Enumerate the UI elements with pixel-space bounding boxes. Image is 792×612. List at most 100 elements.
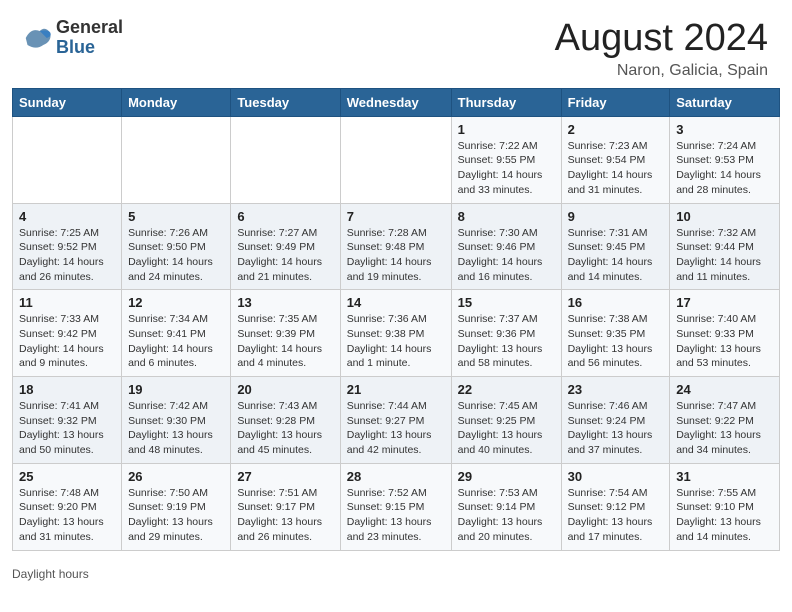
col-header-saturday: Saturday <box>670 88 780 116</box>
day-number: 23 <box>568 382 664 397</box>
week-row-1: 1 Sunrise: 7:22 AM Sunset: 9:55 PM Daylig… <box>13 116 780 203</box>
month-year: August 2024 <box>555 18 768 60</box>
day-cell: 14Sunrise: 7:36 AM Sunset: 9:38 PM Dayli… <box>340 290 451 377</box>
day-cell: 7 Sunrise: 7:28 AM Sunset: 9:48 PM Daylig… <box>340 203 451 290</box>
day-info: Sunrise: 7:30 AM Sunset: 9:46 PM Dayligh… <box>458 226 555 285</box>
day-info: Sunrise: 7:42 AM Sunset: 9:30 PM Dayligh… <box>128 399 224 458</box>
title-block: August 2024 Naron, Galicia, Spain <box>555 18 768 80</box>
day-number: 17 <box>676 295 773 310</box>
day-number: 24 <box>676 382 773 397</box>
day-info: Sunrise: 7:25 AM Sunset: 9:52 PM Dayligh… <box>19 226 115 285</box>
day-number: 12 <box>128 295 224 310</box>
day-cell: 21Sunrise: 7:44 AM Sunset: 9:27 PM Dayli… <box>340 377 451 464</box>
day-cell: 4 Sunrise: 7:25 AM Sunset: 9:52 PM Daylig… <box>13 203 122 290</box>
day-cell <box>231 116 340 203</box>
day-cell: 6Sunrise: 7:27 AM Sunset: 9:49 PM Daylig… <box>231 203 340 290</box>
day-cell: 12Sunrise: 7:34 AM Sunset: 9:41 PM Dayli… <box>122 290 231 377</box>
col-header-sunday: Sunday <box>13 88 122 116</box>
week-row-3: 11 Sunrise: 7:33 AM Sunset: 9:42 PM Dayli… <box>13 290 780 377</box>
day-cell <box>122 116 231 203</box>
day-number: 28 <box>347 469 445 484</box>
day-number: 18 <box>19 382 115 397</box>
day-number: 31 <box>676 469 773 484</box>
day-cell: 25 Sunrise: 7:48 AM Sunset: 9:20 PM Dayli… <box>13 463 122 550</box>
logo-general: General <box>56 17 123 37</box>
calendar-table: SundayMondayTuesdayWednesdayThursdayFrid… <box>12 88 780 551</box>
day-info: Sunrise: 7:24 AM Sunset: 9:53 PM Dayligh… <box>676 139 773 198</box>
day-cell: 13 Sunrise: 7:35 AM Sunset: 9:39 PM Dayli… <box>231 290 340 377</box>
day-info: Sunrise: 7:38 AM Sunset: 9:35 PM Dayligh… <box>568 312 664 371</box>
day-cell: 1 Sunrise: 7:22 AM Sunset: 9:55 PM Daylig… <box>451 116 561 203</box>
logo: General Blue <box>24 18 123 58</box>
day-cell: 19 Sunrise: 7:42 AM Sunset: 9:30 PM Dayli… <box>122 377 231 464</box>
day-info: Sunrise: 7:22 AM Sunset: 9:55 PM Dayligh… <box>458 139 555 198</box>
day-info: Sunrise: 7:48 AM Sunset: 9:20 PM Dayligh… <box>19 486 115 545</box>
day-number: 19 <box>128 382 224 397</box>
day-info: Sunrise: 7:41 AM Sunset: 9:32 PM Dayligh… <box>19 399 115 458</box>
col-header-thursday: Thursday <box>451 88 561 116</box>
day-cell: 24 Sunrise: 7:47 AM Sunset: 9:22 PM Dayli… <box>670 377 780 464</box>
col-header-friday: Friday <box>561 88 670 116</box>
day-info: Sunrise: 7:55 AM Sunset: 9:10 PM Dayligh… <box>676 486 773 545</box>
day-cell: 22Sunrise: 7:45 AM Sunset: 9:25 PM Dayli… <box>451 377 561 464</box>
day-cell: 3 Sunrise: 7:24 AM Sunset: 9:53 PM Daylig… <box>670 116 780 203</box>
day-number: 3 <box>676 122 773 137</box>
day-info: Sunrise: 7:33 AM Sunset: 9:42 PM Dayligh… <box>19 312 115 371</box>
day-info: Sunrise: 7:54 AM Sunset: 9:12 PM Dayligh… <box>568 486 664 545</box>
day-number: 14 <box>347 295 445 310</box>
col-header-tuesday: Tuesday <box>231 88 340 116</box>
day-info: Sunrise: 7:47 AM Sunset: 9:22 PM Dayligh… <box>676 399 773 458</box>
day-cell: 26 Sunrise: 7:50 AM Sunset: 9:19 PM Dayli… <box>122 463 231 550</box>
week-row-4: 18 Sunrise: 7:41 AM Sunset: 9:32 PM Dayli… <box>13 377 780 464</box>
day-number: 22 <box>458 382 555 397</box>
header-row: SundayMondayTuesdayWednesdayThursdayFrid… <box>13 88 780 116</box>
day-info: Sunrise: 7:53 AM Sunset: 9:14 PM Dayligh… <box>458 486 555 545</box>
day-number: 27 <box>237 469 333 484</box>
day-cell: 15Sunrise: 7:37 AM Sunset: 9:36 PM Dayli… <box>451 290 561 377</box>
day-info: Sunrise: 7:27 AM Sunset: 9:49 PM Dayligh… <box>237 226 333 285</box>
day-number: 11 <box>19 295 115 310</box>
day-info: Sunrise: 7:40 AM Sunset: 9:33 PM Dayligh… <box>676 312 773 371</box>
day-info: Sunrise: 7:31 AM Sunset: 9:45 PM Dayligh… <box>568 226 664 285</box>
day-info: Sunrise: 7:35 AM Sunset: 9:39 PM Dayligh… <box>237 312 333 371</box>
day-info: Sunrise: 7:52 AM Sunset: 9:15 PM Dayligh… <box>347 486 445 545</box>
day-cell: 18 Sunrise: 7:41 AM Sunset: 9:32 PM Dayli… <box>13 377 122 464</box>
day-number: 9 <box>568 209 664 224</box>
day-info: Sunrise: 7:37 AM Sunset: 9:36 PM Dayligh… <box>458 312 555 371</box>
day-cell: 27 Sunrise: 7:51 AM Sunset: 9:17 PM Dayli… <box>231 463 340 550</box>
logo-icon <box>24 24 52 52</box>
day-cell: 20 Sunrise: 7:43 AM Sunset: 9:28 PM Dayli… <box>231 377 340 464</box>
day-info: Sunrise: 7:32 AM Sunset: 9:44 PM Dayligh… <box>676 226 773 285</box>
day-cell: 11 Sunrise: 7:33 AM Sunset: 9:42 PM Dayli… <box>13 290 122 377</box>
day-number: 25 <box>19 469 115 484</box>
day-info: Sunrise: 7:26 AM Sunset: 9:50 PM Dayligh… <box>128 226 224 285</box>
day-cell: 2Sunrise: 7:23 AM Sunset: 9:54 PM Daylig… <box>561 116 670 203</box>
header: General Blue August 2024 Naron, Galicia,… <box>0 0 792 88</box>
day-info: Sunrise: 7:51 AM Sunset: 9:17 PM Dayligh… <box>237 486 333 545</box>
logo-text: General Blue <box>56 18 123 58</box>
day-cell <box>340 116 451 203</box>
day-cell: 23 Sunrise: 7:46 AM Sunset: 9:24 PM Dayli… <box>561 377 670 464</box>
day-info: Sunrise: 7:43 AM Sunset: 9:28 PM Dayligh… <box>237 399 333 458</box>
day-cell: 10Sunrise: 7:32 AM Sunset: 9:44 PM Dayli… <box>670 203 780 290</box>
day-cell: 29 Sunrise: 7:53 AM Sunset: 9:14 PM Dayli… <box>451 463 561 550</box>
day-number: 1 <box>458 122 555 137</box>
day-info: Sunrise: 7:50 AM Sunset: 9:19 PM Dayligh… <box>128 486 224 545</box>
day-cell <box>13 116 122 203</box>
col-header-monday: Monday <box>122 88 231 116</box>
day-number: 7 <box>347 209 445 224</box>
day-number: 5 <box>128 209 224 224</box>
day-number: 4 <box>19 209 115 224</box>
week-row-5: 25 Sunrise: 7:48 AM Sunset: 9:20 PM Dayli… <box>13 463 780 550</box>
day-number: 21 <box>347 382 445 397</box>
day-info: Sunrise: 7:28 AM Sunset: 9:48 PM Dayligh… <box>347 226 445 285</box>
day-number: 20 <box>237 382 333 397</box>
day-number: 29 <box>458 469 555 484</box>
day-cell: 5 Sunrise: 7:26 AM Sunset: 9:50 PM Daylig… <box>122 203 231 290</box>
col-header-wednesday: Wednesday <box>340 88 451 116</box>
day-number: 26 <box>128 469 224 484</box>
day-number: 8 <box>458 209 555 224</box>
day-number: 13 <box>237 295 333 310</box>
week-row-2: 4 Sunrise: 7:25 AM Sunset: 9:52 PM Daylig… <box>13 203 780 290</box>
day-info: Sunrise: 7:46 AM Sunset: 9:24 PM Dayligh… <box>568 399 664 458</box>
